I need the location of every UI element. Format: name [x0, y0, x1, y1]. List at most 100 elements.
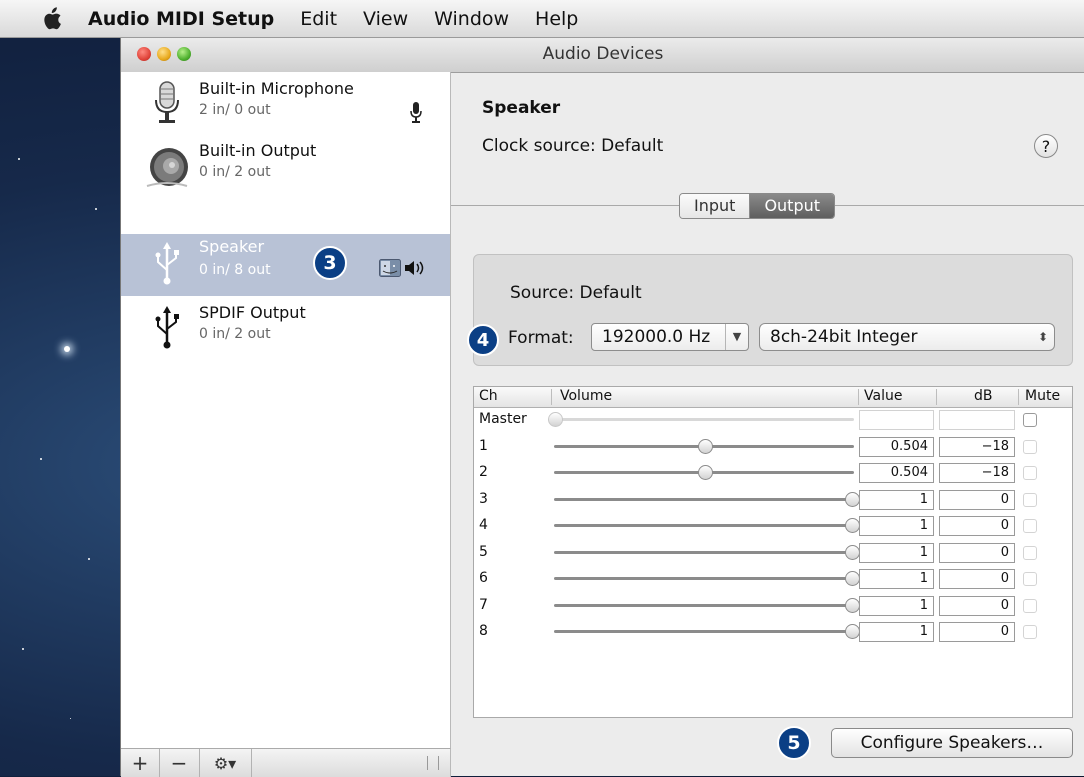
- source-label: Source: Default: [510, 283, 642, 303]
- table-row: 5 10: [474, 541, 1072, 565]
- volume-value-field[interactable]: 0.504: [859, 463, 934, 483]
- mute-checkbox[interactable]: [1023, 572, 1037, 586]
- volume-db-field[interactable]: 0: [939, 595, 1015, 616]
- mute-checkbox[interactable]: [1023, 545, 1037, 560]
- column-header-mute[interactable]: Mute: [1025, 388, 1060, 404]
- volume-slider-knob[interactable]: [845, 571, 860, 586]
- channel-label: 6: [479, 570, 488, 586]
- window-titlebar[interactable]: Audio Devices: [121, 38, 1084, 73]
- table-row: Master: [474, 408, 1072, 432]
- volume-slider-knob[interactable]: [845, 597, 860, 613]
- volume-slider-track[interactable]: [554, 550, 854, 554]
- volume-value-field[interactable]: 1: [859, 595, 934, 616]
- microphone-icon: [155, 81, 179, 123]
- device-name: Speaker: [199, 237, 265, 256]
- mute-checkbox[interactable]: [1023, 598, 1037, 613]
- volume-value-field: [859, 410, 934, 430]
- volume-slider-knob[interactable]: [845, 518, 860, 533]
- format-value: 8ch-24bit Integer: [770, 327, 918, 347]
- mute-checkbox[interactable]: [1023, 625, 1037, 639]
- table-row: 7 10: [474, 594, 1072, 618]
- column-header-value[interactable]: Value: [864, 388, 902, 404]
- volume-db-field[interactable]: 0: [939, 489, 1015, 510]
- column-header-db[interactable]: dB: [974, 388, 993, 404]
- volume-db-field[interactable]: −18: [939, 436, 1015, 457]
- add-device-button[interactable]: +: [121, 749, 160, 777]
- tab-input[interactable]: Input: [680, 194, 751, 218]
- input-output-segmented-control: Input Output: [679, 193, 836, 219]
- volume-db-field[interactable]: −18: [939, 463, 1015, 483]
- table-header: Ch Volume Value dB Mute: [474, 387, 1072, 408]
- menu-view[interactable]: View: [363, 8, 408, 30]
- speaker-icon: [146, 148, 188, 187]
- table-row: 1 0.504 −18: [474, 435, 1072, 459]
- column-separator: [551, 389, 552, 405]
- volume-slider-track[interactable]: [554, 630, 854, 633]
- volume-slider-track[interactable]: [554, 497, 854, 501]
- device-item-built-in-output[interactable]: Built-in Output 0 in/ 2 out: [121, 136, 450, 198]
- channel-label: 1: [479, 437, 488, 454]
- table-row: 4 10: [474, 514, 1072, 538]
- device-item-speaker[interactable]: Speaker 0 in/ 8 out 3: [121, 234, 450, 296]
- configure-speakers-button[interactable]: Configure Speakers…: [831, 728, 1073, 758]
- mute-checkbox[interactable]: [1023, 439, 1037, 454]
- volume-slider-track[interactable]: [554, 603, 854, 607]
- volume-slider-knob[interactable]: [845, 544, 860, 560]
- window-title: Audio Devices: [542, 44, 664, 64]
- column-separator: [1018, 389, 1019, 405]
- volume-slider-knob[interactable]: [845, 624, 860, 639]
- tab-output[interactable]: Output: [750, 194, 835, 218]
- volume-value-field[interactable]: 1: [859, 542, 934, 563]
- volume-slider-knob[interactable]: [697, 438, 713, 454]
- gear-menu-button[interactable]: ⚙▾: [199, 749, 252, 777]
- device-item-spdif-output[interactable]: SPDIF Output 0 in/ 2 out: [121, 298, 450, 360]
- menu-bar: Audio MIDI Setup Edit View Window Help: [0, 0, 1084, 38]
- menu-edit[interactable]: Edit: [300, 8, 337, 30]
- table-row: 3 10: [474, 488, 1072, 512]
- speaker-volume-icon: [405, 261, 424, 275]
- column-separator: [858, 389, 859, 405]
- mute-checkbox[interactable]: [1023, 413, 1037, 427]
- sample-rate-combo[interactable]: 192000.0 Hz ▼: [591, 323, 749, 351]
- volume-db-field: [939, 410, 1015, 430]
- help-button[interactable]: ?: [1034, 134, 1058, 158]
- chevron-down-icon[interactable]: ▼: [725, 324, 748, 350]
- channel-label: Master: [479, 411, 527, 427]
- volume-slider-track[interactable]: [554, 524, 854, 527]
- channel-volume-table: Ch Volume Value dB Mute Master 1 0.504 −18 2…: [473, 386, 1073, 718]
- volume-db-field[interactable]: 0: [939, 542, 1015, 563]
- volume-value-field[interactable]: 1: [859, 489, 934, 510]
- device-item-built-in-microphone[interactable]: Built-in Microphone 2 in/ 0 out: [121, 74, 450, 136]
- finder-icon: [379, 259, 401, 277]
- menu-help[interactable]: Help: [535, 8, 578, 30]
- volume-slider-track[interactable]: [554, 577, 854, 580]
- menu-app-name[interactable]: Audio MIDI Setup: [88, 8, 274, 30]
- mute-checkbox[interactable]: [1023, 466, 1037, 480]
- resize-handle[interactable]: [427, 756, 439, 770]
- volume-db-field[interactable]: 0: [939, 516, 1015, 536]
- channel-label: 2: [479, 464, 488, 480]
- apple-menu-icon[interactable]: [40, 6, 62, 31]
- device-title: Speaker: [482, 98, 561, 118]
- mute-checkbox[interactable]: [1023, 519, 1037, 533]
- column-header-ch[interactable]: Ch: [479, 388, 498, 404]
- format-select[interactable]: 8ch-24bit Integer ⬍: [759, 323, 1055, 351]
- column-header-volume[interactable]: Volume: [560, 388, 612, 404]
- channel-label: 3: [479, 490, 488, 507]
- volume-slider-knob[interactable]: [697, 465, 713, 480]
- microphone-small-icon: [410, 102, 422, 123]
- usb-icon: [155, 306, 179, 349]
- volume-db-field[interactable]: 0: [939, 569, 1015, 589]
- remove-device-button[interactable]: −: [159, 749, 200, 777]
- usb-icon: [155, 242, 179, 285]
- volume-db-field[interactable]: 0: [939, 622, 1015, 642]
- volume-value-field[interactable]: 1: [859, 622, 934, 642]
- audio-devices-window: Audio Devices Built-in Microphone 2 in/ …: [120, 38, 1084, 777]
- table-row: 2 0.504 −18: [474, 461, 1072, 485]
- volume-value-field[interactable]: 1: [859, 569, 934, 589]
- volume-slider-knob[interactable]: [845, 491, 860, 507]
- menu-window[interactable]: Window: [434, 8, 509, 30]
- volume-value-field[interactable]: 1: [859, 516, 934, 536]
- mute-checkbox[interactable]: [1023, 492, 1037, 507]
- volume-value-field[interactable]: 0.504: [859, 436, 934, 457]
